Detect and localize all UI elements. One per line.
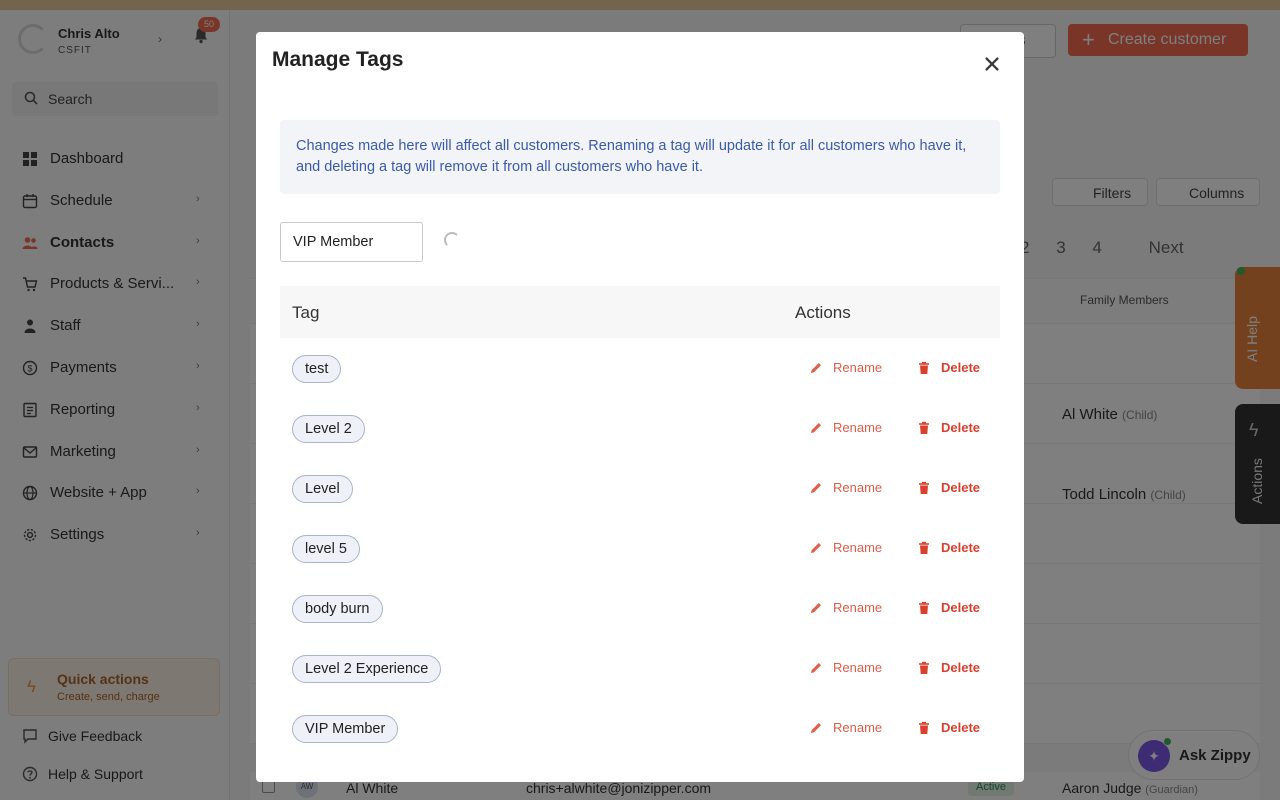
- info-notice: Changes made here will affect all custom…: [280, 120, 1000, 194]
- pencil-icon: [811, 723, 821, 733]
- trash-icon: [919, 721, 929, 734]
- trash-icon: [919, 481, 929, 494]
- tag-search-input[interactable]: [280, 222, 423, 262]
- trash-icon: [919, 601, 929, 614]
- tag-row: level 5 Rename Delete: [280, 518, 1000, 578]
- tag-chip: test: [292, 355, 342, 383]
- rename-label: Rename: [833, 480, 883, 495]
- tags-table-header: Tag Actions: [280, 286, 1000, 338]
- modal-title: Manage Tags: [272, 48, 404, 71]
- tag-chip: level 5: [292, 535, 360, 563]
- pencil-icon: [811, 603, 821, 613]
- tag-row: Level Rename Delete: [280, 458, 1000, 518]
- pencil-icon: [811, 363, 821, 373]
- tag-row: Level 2 Experience Rename Delete: [280, 638, 1000, 698]
- rename-label: Rename: [833, 360, 883, 375]
- close-icon[interactable]: [982, 54, 1002, 74]
- tag-chip: Level: [292, 475, 353, 503]
- pencil-icon: [811, 543, 821, 553]
- pencil-icon: [811, 483, 821, 493]
- delete-label: Delete: [941, 660, 981, 675]
- rename-label: Rename: [833, 600, 883, 615]
- trash-icon: [919, 541, 929, 554]
- rename-label: Rename: [833, 720, 883, 735]
- delete-label: Delete: [941, 540, 981, 555]
- tag-row: Level 2 Rename Delete: [280, 398, 1000, 458]
- tag-row: body burn Rename Delete: [280, 578, 1000, 638]
- delete-label: Delete: [941, 360, 981, 375]
- tag-chip: Level 2: [292, 415, 365, 443]
- tag-row: test Rename Delete: [280, 338, 1000, 398]
- tag-row: VIP Member Rename Delete: [280, 698, 1000, 758]
- loading-spinner-icon: [444, 232, 460, 248]
- rename-label: Rename: [833, 540, 883, 555]
- delete-label: Delete: [941, 480, 981, 495]
- tag-chip: VIP Member: [292, 715, 399, 743]
- delete-label: Delete: [941, 720, 981, 735]
- delete-label: Delete: [941, 600, 981, 615]
- pencil-icon: [811, 663, 821, 673]
- trash-icon: [919, 361, 929, 374]
- tag-chip: body burn: [292, 595, 383, 623]
- actions-column-header: Actions: [795, 303, 851, 322]
- trash-icon: [919, 421, 929, 434]
- pencil-icon: [811, 423, 821, 433]
- tag-column-header: Tag: [292, 303, 320, 322]
- rename-label: Rename: [833, 420, 883, 435]
- manage-tags-modal: Manage Tags Changes made here will affec…: [256, 32, 1024, 782]
- rename-label: Rename: [833, 660, 883, 675]
- tag-chip: Level 2 Experience: [292, 655, 442, 683]
- trash-icon: [919, 661, 929, 674]
- delete-label: Delete: [941, 420, 981, 435]
